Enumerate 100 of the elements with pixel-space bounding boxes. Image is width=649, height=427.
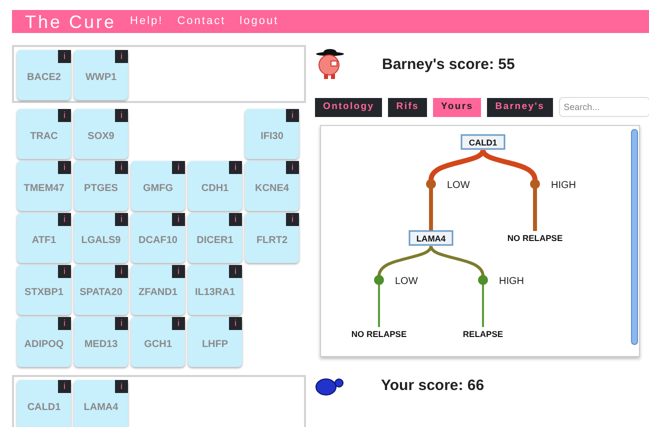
gene-name: SPATA20	[80, 286, 122, 300]
info-badge[interactable]: i	[58, 109, 71, 122]
branch-dot	[374, 275, 384, 285]
gene-card[interactable]: i KCNE4	[245, 161, 299, 211]
info-badge[interactable]: i	[58, 265, 71, 278]
info-badge[interactable]: i	[58, 50, 71, 63]
search-field[interactable]: Search...	[558, 97, 649, 117]
gene-card[interactable]: i STXBP1	[17, 265, 71, 315]
info-badge[interactable]: i	[172, 161, 185, 174]
gene-name: LGALS9	[81, 234, 121, 248]
info-badge[interactable]: i	[286, 109, 299, 122]
info-badge[interactable]: i	[229, 213, 242, 226]
gene-name: ADIPOQ	[24, 338, 64, 352]
gene-name: TRAC	[30, 130, 58, 144]
gene-name: CALD1	[27, 400, 61, 414]
branch-label: LOW	[395, 276, 418, 287]
gene-card[interactable]: i TRAC	[17, 109, 71, 159]
gene-card[interactable]: i IFI30	[245, 109, 299, 159]
info-badge[interactable]: i	[286, 213, 299, 226]
gene-name: CDH1	[201, 182, 229, 196]
gene-name: WWP1	[85, 70, 117, 84]
leaf-label: NO RELAPSE	[507, 233, 563, 243]
split-node: CALD1	[460, 134, 506, 150]
gene-name: PTGES	[84, 182, 118, 196]
gene-card[interactable]: i MED13	[74, 317, 128, 367]
info-badge[interactable]: i	[58, 317, 71, 330]
info-badge[interactable]: i	[115, 317, 128, 330]
branch-dot	[426, 179, 436, 189]
split-node: LAMA4	[408, 230, 454, 246]
tree-branch	[378, 246, 432, 276]
info-badge[interactable]: i	[115, 380, 128, 393]
gene-card[interactable]: i ADIPOQ	[17, 317, 71, 367]
branch-dot	[478, 275, 488, 285]
gene-name: TMEM47	[24, 182, 64, 196]
branch-label: LOW	[447, 180, 470, 191]
gene-name: LAMA4	[84, 400, 118, 414]
info-badge[interactable]: i	[115, 213, 128, 226]
gene-card[interactable]: i CALD1	[17, 380, 71, 427]
scrollbar[interactable]	[631, 129, 638, 345]
gene-card[interactable]: i SOX9	[74, 109, 128, 159]
info-badge[interactable]: i	[172, 213, 185, 226]
gene-name: SOX9	[88, 130, 114, 144]
info-badge[interactable]: i	[115, 161, 128, 174]
info-badge[interactable]: i	[229, 317, 242, 330]
leaf-label: RELAPSE	[462, 329, 504, 339]
gene-name: BACE2	[27, 70, 61, 84]
tab[interactable]: Barney's	[487, 98, 553, 116]
gene-name: ATF1	[32, 234, 56, 248]
gene-name: ZFAND1	[138, 286, 178, 300]
info-badge[interactable]: i	[58, 380, 71, 393]
tree-branch	[430, 246, 484, 276]
gene-name: LHFP	[202, 338, 228, 352]
gene-name: MED13	[84, 338, 118, 352]
info-badge[interactable]: i	[172, 265, 185, 278]
gene-card[interactable]: i WWP1	[74, 50, 128, 100]
barney-score: Barney's score: 55	[382, 54, 515, 75]
tree-branch	[533, 188, 537, 231]
gene-card[interactable]: i LGALS9	[74, 213, 128, 263]
gene-card[interactable]: i ATF1	[17, 213, 71, 263]
gene-name: IFI30	[260, 130, 284, 144]
branch-label: HIGH	[551, 180, 576, 191]
gene-name: KCNE4	[255, 182, 289, 196]
gene-card[interactable]: i PTGES	[74, 161, 128, 211]
gene-card[interactable]: i CDH1	[188, 161, 242, 211]
pig-avatar-icon	[315, 49, 345, 81]
gene-card[interactable]: i LHFP	[188, 317, 242, 367]
tree-branch	[429, 188, 433, 231]
gene-name: STXBP1	[24, 286, 64, 300]
info-badge[interactable]: i	[286, 161, 299, 174]
gene-name: IL13RA1	[194, 286, 235, 300]
gene-name: DCAF10	[138, 234, 178, 248]
gene-card[interactable]: i TMEM47	[17, 161, 71, 211]
your-score: Your score: 66	[381, 376, 484, 396]
info-badge[interactable]: i	[172, 317, 185, 330]
leaf-label: NO RELAPSE	[351, 329, 407, 339]
info-badge[interactable]: i	[58, 213, 71, 226]
info-badge[interactable]: i	[115, 109, 128, 122]
info-badge[interactable]: i	[229, 161, 242, 174]
gene-card[interactable]: i LAMA4	[74, 380, 128, 427]
gene-card[interactable]: i SPATA20	[74, 265, 128, 315]
tab[interactable]: Rifs	[388, 98, 428, 116]
info-badge[interactable]: i	[58, 161, 71, 174]
gene-card[interactable]: i BACE2	[17, 50, 71, 100]
tree-branch	[428, 149, 486, 181]
gene-card[interactable]: i GCH1	[131, 317, 185, 367]
gene-card[interactable]: i ZFAND1	[131, 265, 185, 315]
info-badge[interactable]: i	[115, 265, 128, 278]
info-badge[interactable]: i	[115, 50, 128, 63]
gene-card[interactable]: i DICER1	[188, 213, 242, 263]
gene-name: GCH1	[144, 338, 172, 352]
gene-card[interactable]: i IL13RA1	[188, 265, 242, 315]
tab[interactable]: Yours	[433, 98, 482, 116]
gene-name: FLRT2	[256, 234, 288, 248]
info-badge[interactable]: i	[229, 265, 242, 278]
gene-card[interactable]: i GMFG	[131, 161, 185, 211]
gene-name: DICER1	[196, 234, 234, 248]
branch-label: HIGH	[499, 276, 524, 287]
gene-card[interactable]: i DCAF10	[131, 213, 185, 263]
tab[interactable]: Ontology	[315, 98, 382, 116]
gene-card[interactable]: i FLRT2	[245, 213, 299, 263]
